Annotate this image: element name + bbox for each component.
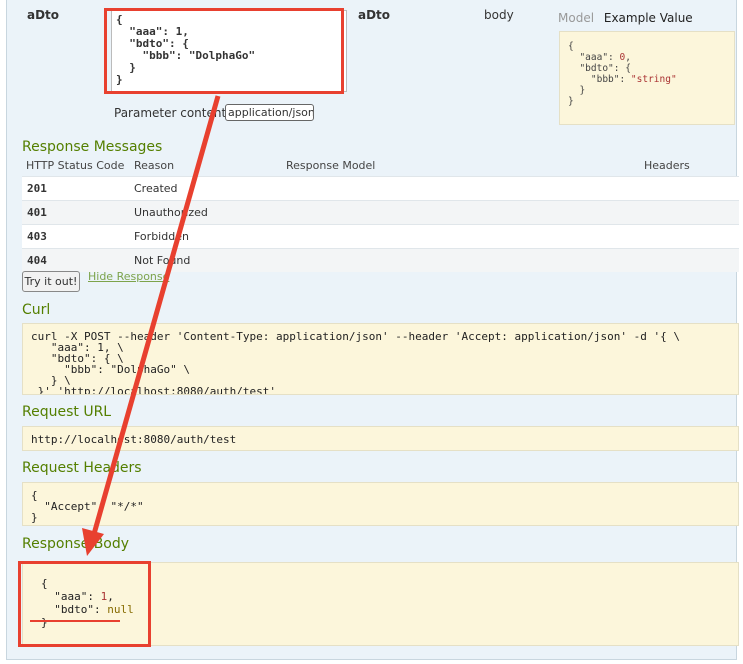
example-bbb-key: "bbb": — [568, 74, 631, 85]
param-name: aDto — [27, 8, 60, 22]
annotation-highlight-request — [104, 8, 344, 94]
table-header: HTTP Status Code Reason Response Model H… — [22, 157, 739, 176]
example-value-box[interactable]: { "aaa": 0, "bdto": { "bbb": "string" } … — [559, 31, 735, 125]
example-bbb-value: "string" — [630, 74, 677, 85]
status-code: 404 — [27, 254, 47, 267]
param-data-type: aDto — [358, 8, 391, 22]
column-header: Response Model — [286, 159, 376, 172]
content-type-selected: application/json — [228, 106, 314, 119]
table-row: 401 Unauthorized — [22, 200, 739, 224]
tab-model[interactable]: Model — [558, 11, 594, 25]
example-aaa-key: "aaa": — [568, 52, 620, 63]
status-code: 401 — [27, 206, 47, 219]
annotation-highlight-response — [18, 561, 151, 647]
column-header: Reason — [134, 159, 175, 172]
status-code: 201 — [27, 182, 47, 195]
status-reason: Forbidden — [134, 230, 189, 243]
curl-title: Curl — [22, 302, 51, 318]
status-code: 403 — [27, 230, 47, 243]
try-it-out-button[interactable]: Try it out! — [22, 271, 80, 292]
request-url-box: http://localhost:8080/auth/test — [22, 426, 739, 451]
status-reason: Unauthorized — [134, 206, 208, 219]
annotation-underline — [30, 620, 120, 622]
column-header: Headers — [644, 159, 690, 172]
request-headers-title: Request Headers — [22, 460, 142, 476]
request-url-title: Request URL — [22, 404, 112, 420]
model-tabs: Model Example Value — [558, 11, 693, 25]
request-headers-box: { "Accept": "*/*" } — [22, 482, 739, 526]
response-messages-title: Response Messages — [22, 139, 163, 155]
tab-example-value[interactable]: Example Value — [604, 11, 693, 25]
hide-response-link[interactable]: Hide Response — [88, 270, 169, 283]
status-reason: Created — [134, 182, 178, 195]
table-row: 201 Created — [22, 176, 739, 200]
column-header: HTTP Status Code — [26, 159, 125, 172]
example-bdto-line: "bdto": { — [568, 63, 631, 74]
table-row: 404 Not Found — [22, 248, 739, 272]
curl-command-box: curl -X POST --header 'Content-Type: app… — [22, 323, 739, 395]
example-close: } — [568, 96, 574, 107]
table-row: 403 Forbidden — [22, 224, 739, 248]
param-location: body — [484, 8, 514, 22]
status-reason: Not Found — [134, 254, 191, 267]
example-aaa-value: 0 — [619, 52, 626, 63]
example-inner-close: } — [568, 85, 586, 96]
content-type-select[interactable]: application/json ▼ — [225, 104, 314, 121]
response-body-title: Response Body — [22, 536, 130, 552]
response-messages-table: HTTP Status Code Reason Response Model H… — [22, 157, 739, 272]
example-open: { — [568, 41, 574, 52]
